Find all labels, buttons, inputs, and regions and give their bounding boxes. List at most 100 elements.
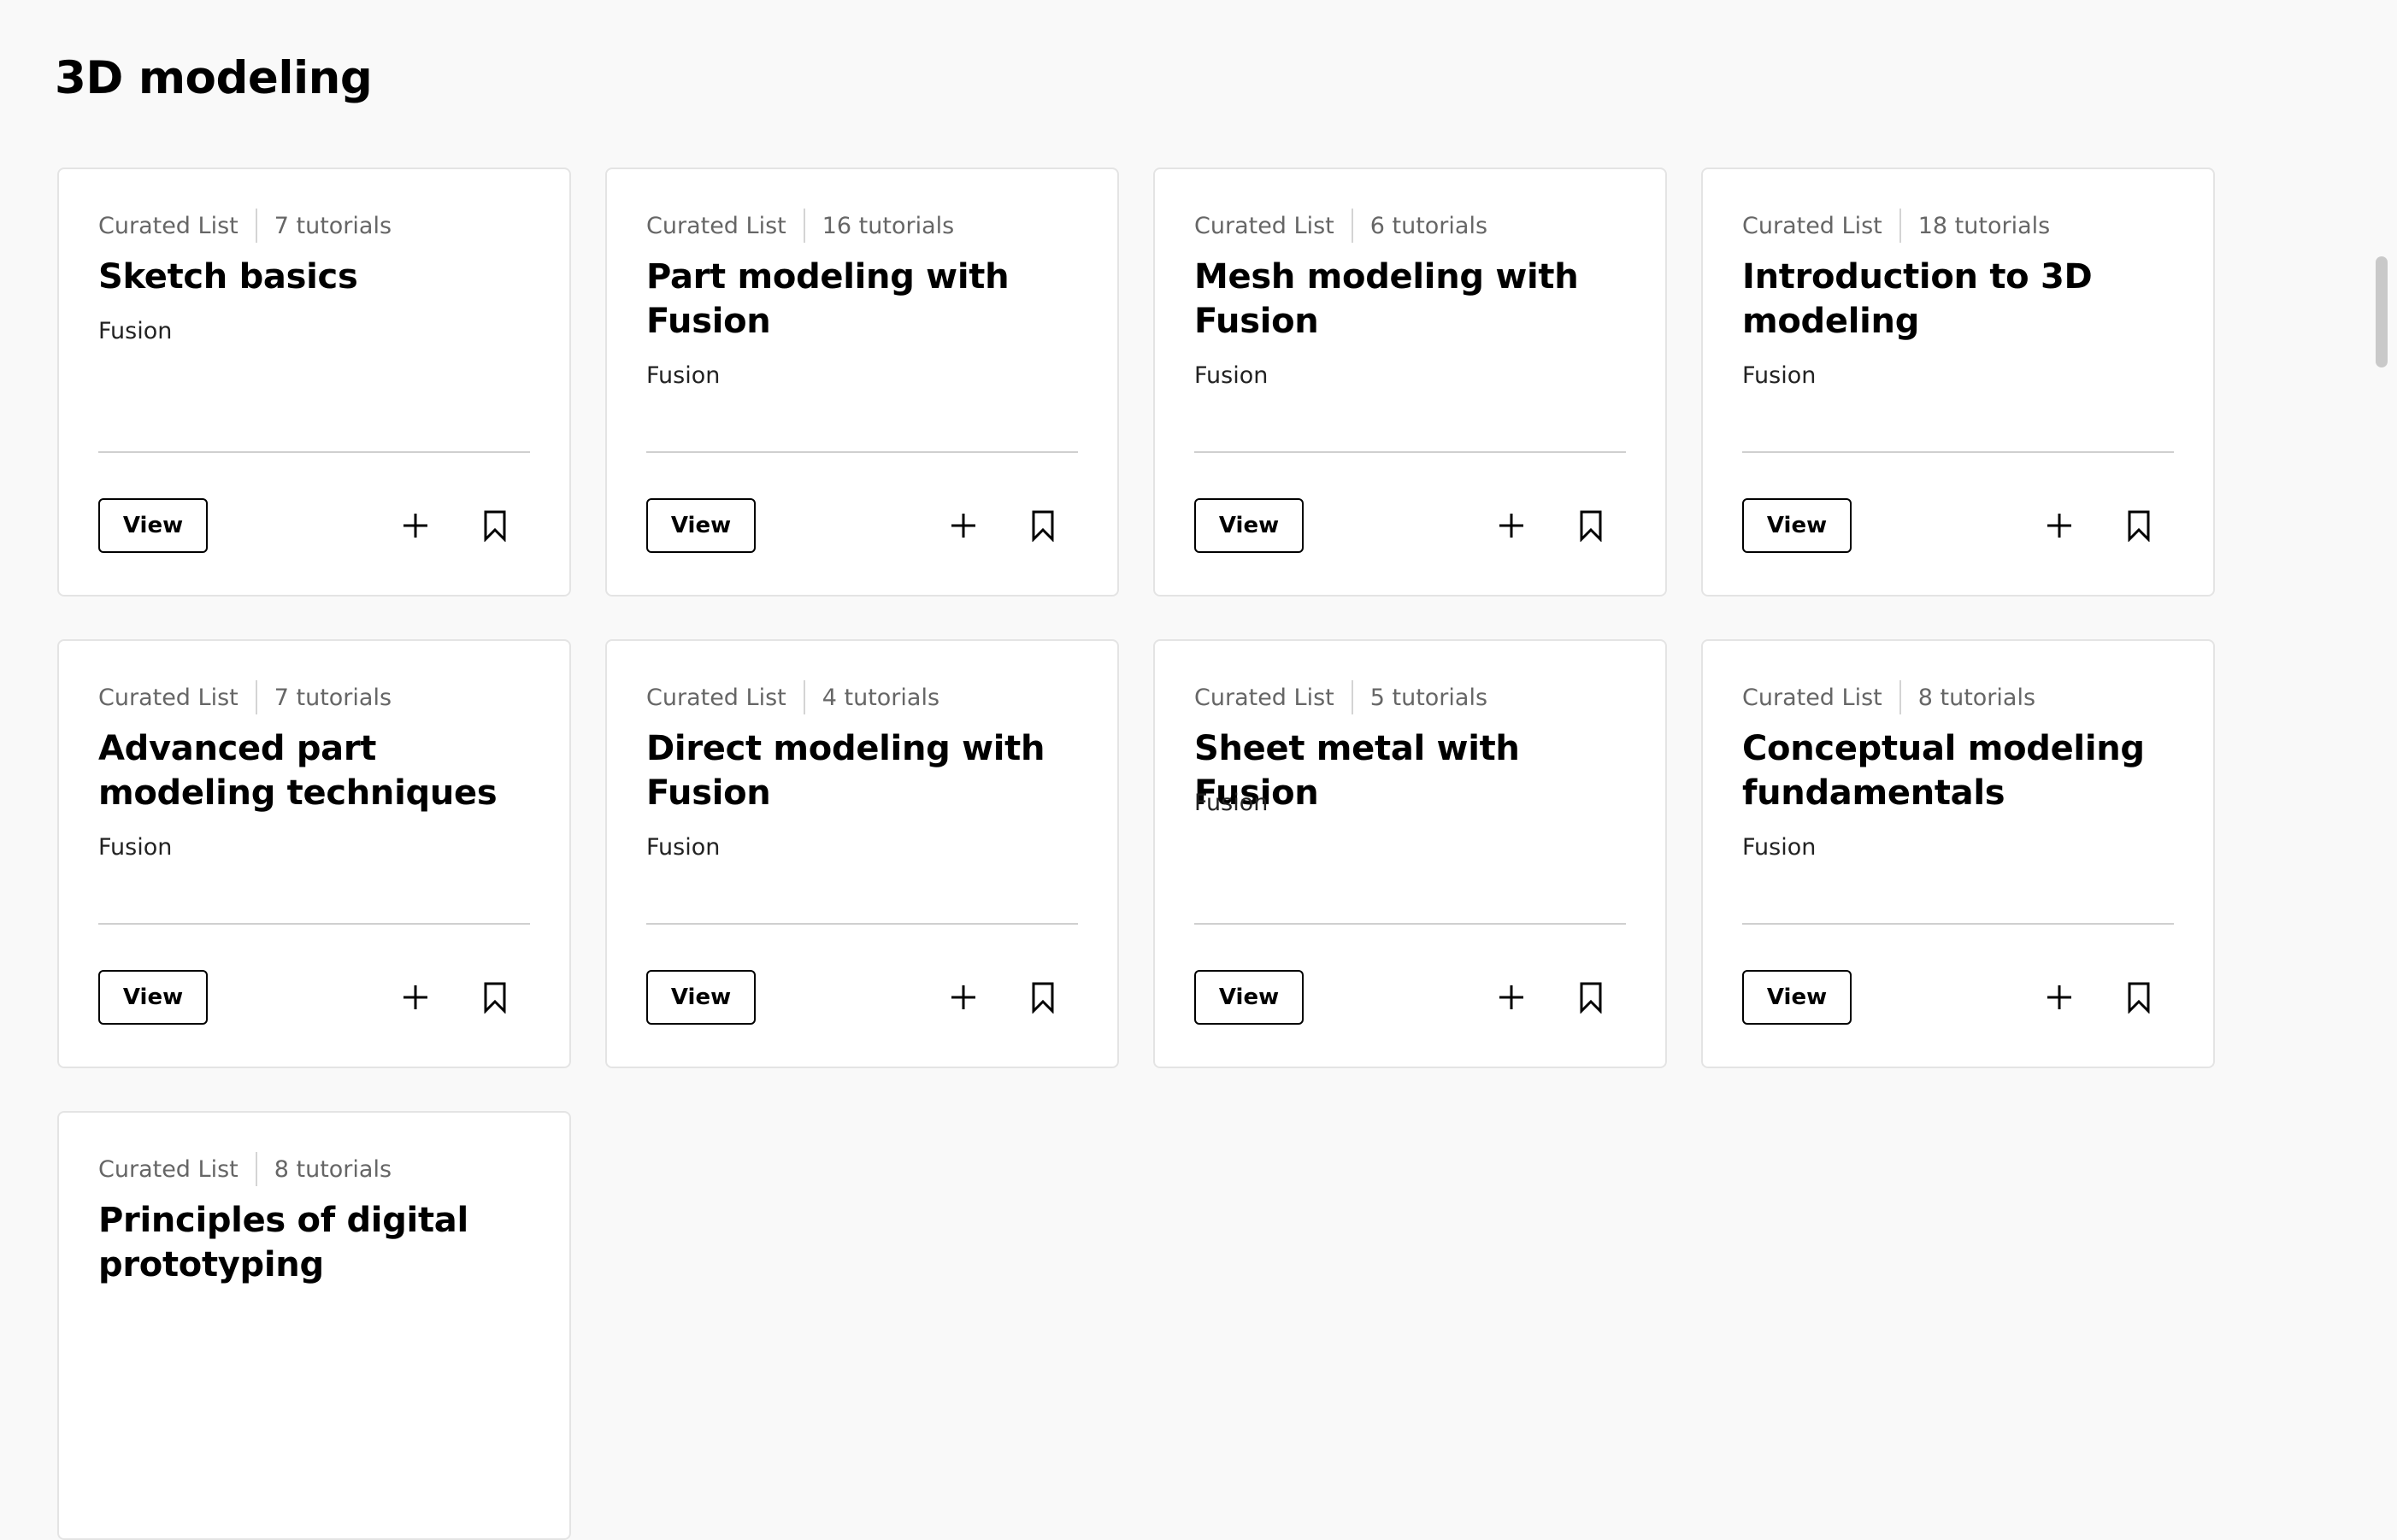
card-title[interactable]: Introduction to 3D modeling — [1742, 255, 2180, 344]
meta-divider — [803, 209, 805, 243]
view-button[interactable]: View — [1742, 498, 1852, 553]
tutorial-count: 7 tutorials — [274, 212, 392, 239]
meta-divider — [1351, 680, 1353, 714]
view-button[interactable]: View — [1742, 970, 1852, 1025]
bookmark-button[interactable] — [1024, 507, 1062, 544]
tutorial-count: 8 tutorials — [274, 1155, 392, 1183]
plus-icon — [2047, 985, 2071, 1009]
card-title[interactable]: Direct modeling with Fusion — [646, 726, 1084, 815]
add-button[interactable] — [1493, 979, 1530, 1016]
card-type-label: Curated List — [98, 1155, 239, 1183]
add-button[interactable] — [397, 507, 434, 544]
card-divider — [646, 923, 1078, 925]
add-button[interactable] — [397, 979, 434, 1016]
curated-list-card[interactable]: Curated List 6 tutorials Mesh modeling w… — [1153, 168, 1667, 597]
card-title[interactable]: Sketch basics — [98, 255, 536, 299]
card-type-label: Curated List — [646, 684, 786, 711]
meta-divider — [1899, 680, 1901, 714]
bookmark-icon — [484, 510, 506, 542]
card-title[interactable]: Mesh modeling with Fusion — [1194, 255, 1632, 344]
plus-icon — [1499, 985, 1523, 1009]
card-title[interactable]: Conceptual modeling fundamentals — [1742, 726, 2180, 815]
card-type-label: Curated List — [1194, 212, 1334, 239]
card-divider — [98, 923, 530, 925]
view-button[interactable]: View — [98, 970, 208, 1025]
add-button[interactable] — [2041, 507, 2078, 544]
card-title[interactable]: Principles of digital prototyping — [98, 1198, 536, 1287]
product-label: Fusion — [646, 362, 721, 389]
curated-list-card[interactable]: Curated List 18 tutorials Introduction t… — [1701, 168, 2215, 597]
card-divider — [1194, 451, 1626, 453]
bookmark-icon — [1580, 982, 1602, 1014]
card-grid: Curated List 7 tutorials Sketch basics F… — [57, 168, 2215, 1540]
product-label: Fusion — [1194, 362, 1269, 389]
card-title[interactable]: Advanced part modeling techniques — [98, 726, 536, 815]
product-label: Fusion — [1742, 834, 1817, 861]
bookmark-icon — [1032, 510, 1054, 542]
add-button[interactable] — [945, 979, 982, 1016]
product-label: Fusion — [1194, 790, 1269, 816]
bookmark-icon — [2128, 510, 2150, 542]
scrollbar-thumb[interactable] — [2376, 256, 2388, 367]
card-meta: Curated List 8 tutorials — [1742, 680, 2035, 714]
curated-list-card[interactable]: Curated List 4 tutorials Direct modeling… — [605, 639, 1119, 1068]
plus-icon — [403, 985, 427, 1009]
curated-list-card[interactable]: Curated List 7 tutorials Advanced part m… — [57, 639, 571, 1068]
view-button[interactable]: View — [1194, 970, 1304, 1025]
curated-list-card[interactable]: Curated List 8 tutorials Conceptual mode… — [1701, 639, 2215, 1068]
card-type-label: Curated List — [98, 212, 239, 239]
tutorial-count: 6 tutorials — [1369, 212, 1488, 239]
curated-list-card[interactable]: Curated List 5 tutorials Sheet metal wit… — [1153, 639, 1667, 1068]
bookmark-icon — [484, 982, 506, 1014]
card-meta: Curated List 8 tutorials — [98, 1152, 392, 1186]
tutorial-count: 4 tutorials — [822, 684, 940, 711]
curated-list-card[interactable]: Curated List 7 tutorials Sketch basics F… — [57, 168, 571, 597]
meta-divider — [255, 209, 257, 243]
bookmark-button[interactable] — [1572, 507, 1610, 544]
bookmark-button[interactable] — [2120, 507, 2158, 544]
bookmark-button[interactable] — [1572, 979, 1610, 1016]
view-button[interactable]: View — [646, 498, 756, 553]
meta-divider — [1351, 209, 1353, 243]
card-title[interactable]: Part modeling with Fusion — [646, 255, 1084, 344]
view-button[interactable]: View — [1194, 498, 1304, 553]
product-label: Fusion — [98, 318, 173, 344]
card-divider — [1194, 923, 1626, 925]
plus-icon — [951, 514, 975, 538]
plus-icon — [403, 514, 427, 538]
card-meta: Curated List 7 tutorials — [98, 209, 392, 243]
card-divider — [98, 451, 530, 453]
card-meta: Curated List 16 tutorials — [646, 209, 954, 243]
plus-icon — [2047, 514, 2071, 538]
add-button[interactable] — [2041, 979, 2078, 1016]
card-type-label: Curated List — [1742, 212, 1882, 239]
bookmark-button[interactable] — [476, 979, 514, 1016]
add-button[interactable] — [1493, 507, 1530, 544]
bookmark-button[interactable] — [1024, 979, 1062, 1016]
curated-list-card[interactable]: Curated List 8 tutorials Principles of d… — [57, 1111, 571, 1540]
card-divider — [1742, 451, 2174, 453]
bookmark-icon — [1580, 510, 1602, 542]
bookmark-button[interactable] — [476, 507, 514, 544]
product-label: Fusion — [1742, 362, 1817, 389]
bookmark-button[interactable] — [2120, 979, 2158, 1016]
view-button[interactable]: View — [98, 498, 208, 553]
view-button[interactable]: View — [646, 970, 756, 1025]
bookmark-icon — [1032, 982, 1054, 1014]
card-meta: Curated List 5 tutorials — [1194, 680, 1487, 714]
page-title: 3D modeling — [55, 52, 373, 104]
card-meta: Curated List 4 tutorials — [646, 680, 939, 714]
card-meta: Curated List 7 tutorials — [98, 680, 392, 714]
product-label: Fusion — [98, 834, 173, 861]
plus-icon — [1499, 514, 1523, 538]
card-divider — [646, 451, 1078, 453]
card-type-label: Curated List — [1742, 684, 1882, 711]
meta-divider — [1899, 209, 1901, 243]
card-type-label: Curated List — [646, 212, 786, 239]
card-meta: Curated List 6 tutorials — [1194, 209, 1487, 243]
product-label: Fusion — [646, 834, 721, 861]
add-button[interactable] — [945, 507, 982, 544]
plus-icon — [951, 985, 975, 1009]
card-meta: Curated List 18 tutorials — [1742, 209, 2050, 243]
curated-list-card[interactable]: Curated List 16 tutorials Part modeling … — [605, 168, 1119, 597]
